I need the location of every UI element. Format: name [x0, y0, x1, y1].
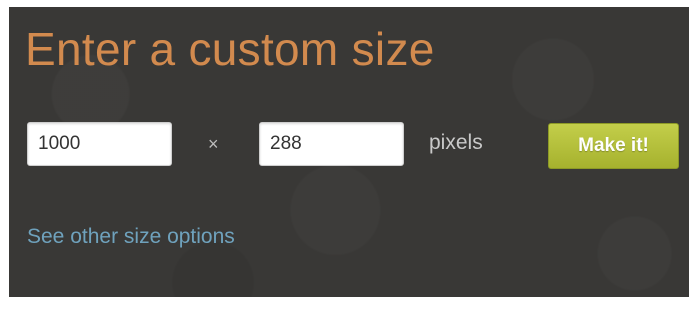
other-size-options-link[interactable]: See other size options	[27, 223, 235, 251]
unit-label: pixels	[429, 131, 483, 154]
custom-size-panel: Enter a custom size × pixels Make it! Se…	[9, 7, 689, 297]
make-it-button[interactable]: Make it!	[548, 123, 679, 169]
height-input[interactable]	[259, 122, 404, 166]
width-input[interactable]	[27, 122, 172, 166]
times-separator: ×	[208, 134, 219, 154]
page-title: Enter a custom size	[25, 23, 435, 75]
